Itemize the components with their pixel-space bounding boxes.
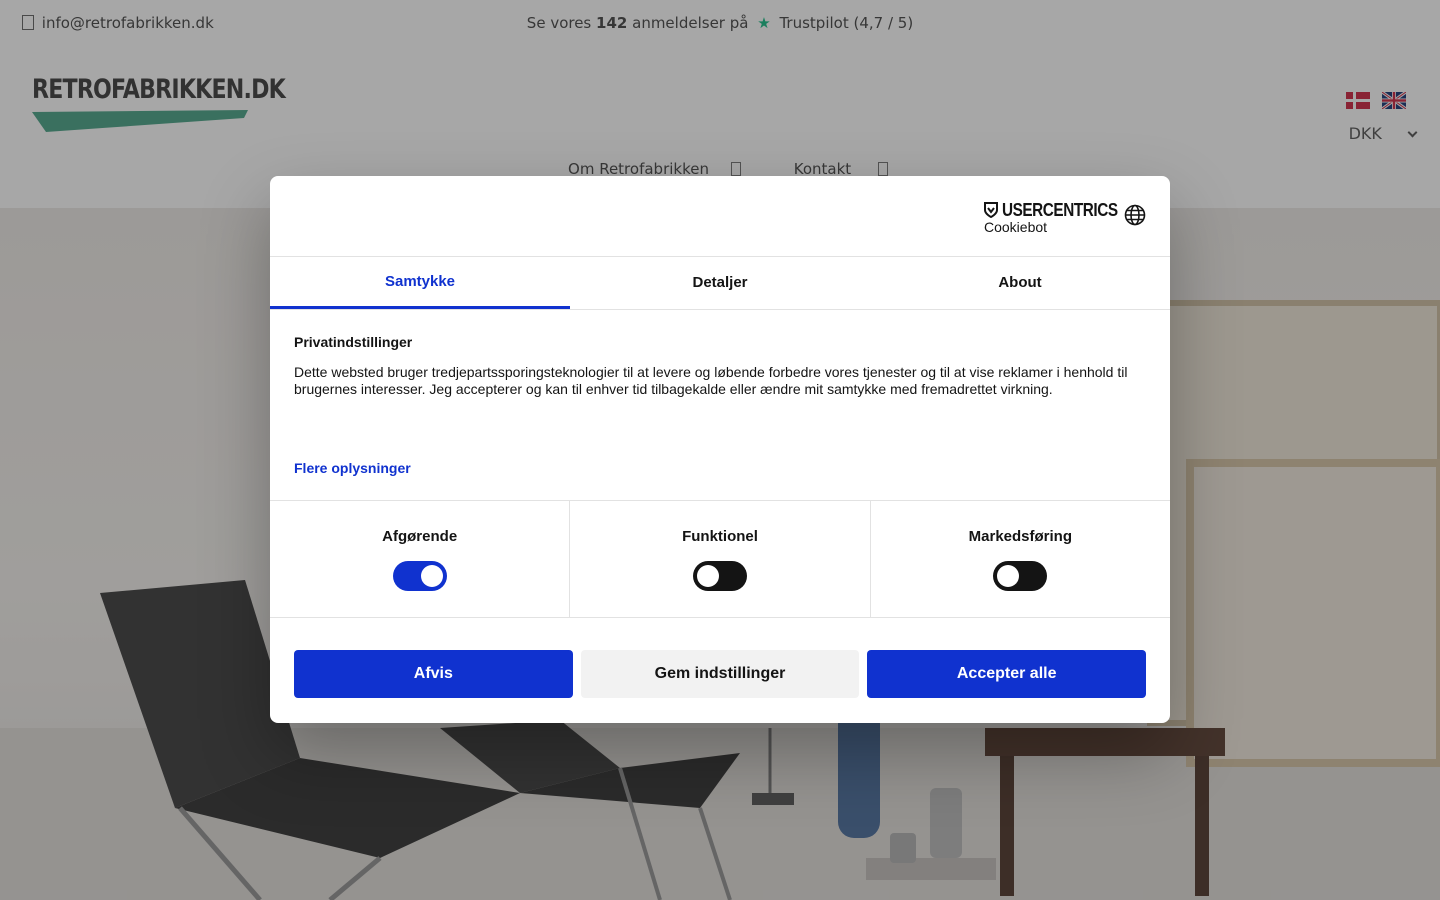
- dialog-tabs: Samtykke Detaljer About: [270, 257, 1170, 310]
- toggle-label-functional: Funktionel: [682, 528, 758, 545]
- cookie-consent-dialog: USERCENTRICS Cookiebot Samtykke Detaljer…: [270, 176, 1170, 723]
- dialog-body: Privatindstillinger Dette websted bruger…: [270, 310, 1170, 501]
- functional-toggle[interactable]: [692, 561, 747, 591]
- tab-samtykke[interactable]: Samtykke: [270, 257, 570, 309]
- dialog-description: Dette websted bruger tredjepartssporings…: [294, 364, 1128, 397]
- marketing-toggle[interactable]: [993, 561, 1048, 591]
- consent-toggles: Afgørende Funktionel Markedsføring: [270, 501, 1170, 618]
- necessary-toggle[interactable]: [392, 561, 447, 591]
- dialog-actions: Afvis Gem indstillinger Accepter alle: [270, 618, 1170, 722]
- cookiebot-logo: USERCENTRICS Cookiebot: [984, 200, 1138, 235]
- accept-all-button[interactable]: Accepter alle: [867, 650, 1147, 698]
- reject-button[interactable]: Afvis: [294, 650, 573, 698]
- toggle-knob: [420, 565, 443, 587]
- globe-icon[interactable]: [1124, 204, 1146, 226]
- dialog-heading: Privatindstillinger: [294, 334, 413, 350]
- toggle-cell-marketing: Markedsføring: [871, 501, 1170, 617]
- tab-about[interactable]: About: [870, 257, 1170, 309]
- toggle-label-marketing: Markedsføring: [968, 528, 1072, 545]
- dialog-header: USERCENTRICS Cookiebot: [270, 176, 1170, 257]
- toggle-cell-functional: Funktionel: [570, 501, 871, 617]
- toggle-label-necessary: Afgørende: [382, 528, 458, 545]
- brand-sub: Cookiebot: [984, 219, 1048, 235]
- more-info-link[interactable]: Flere oplysninger: [294, 460, 411, 476]
- toggle-knob: [997, 565, 1020, 587]
- shield-icon: [984, 202, 998, 218]
- toggle-cell-necessary: Afgørende: [270, 501, 571, 617]
- brand-name: USERCENTRICS: [1002, 200, 1119, 220]
- toggle-knob: [696, 565, 719, 587]
- tab-detaljer[interactable]: Detaljer: [570, 257, 870, 309]
- save-settings-button[interactable]: Gem indstillinger: [580, 650, 860, 698]
